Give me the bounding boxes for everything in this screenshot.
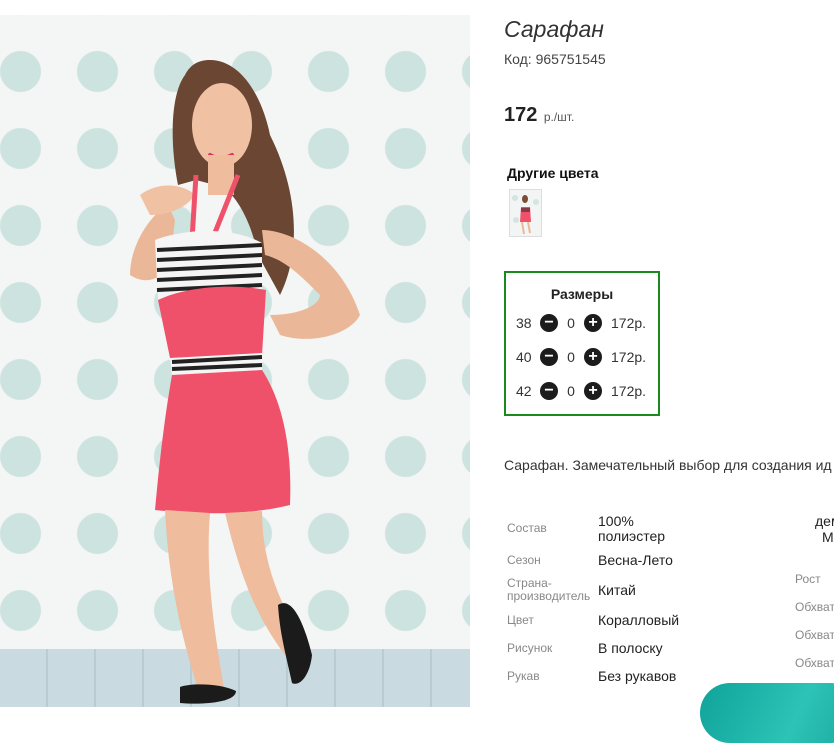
spec-value: Весна-Лето — [598, 552, 673, 568]
spec-value: 100% полиэстер — [598, 513, 666, 544]
product-code: Код: 965751545 — [504, 51, 606, 67]
spec-label: Состав — [507, 521, 547, 535]
spec-label: Сезон — [507, 553, 541, 567]
size-row: 38 − 0 + 172р. — [516, 313, 646, 333]
size-row: 42 − 0 + 172р. — [516, 381, 646, 401]
quantity-value: 0 — [567, 349, 575, 365]
spec-side-label: Обхват — [795, 600, 834, 614]
spec-label: Рисунок — [507, 641, 553, 655]
product-photo[interactable] — [0, 15, 470, 707]
spec-value: Без рукавов — [598, 668, 677, 684]
model-figure — [130, 60, 360, 704]
other-colors-heading: Другие цвета — [507, 165, 599, 181]
size-row: 40 − 0 + 172р. — [516, 347, 646, 367]
size-label: 40 — [516, 349, 532, 365]
minus-button[interactable]: − — [540, 314, 558, 332]
spec-side-label: Обхват — [795, 628, 834, 642]
spec-value: Коралловый — [598, 612, 680, 628]
size-price: 172р. — [611, 315, 647, 331]
sizes-heading: Размеры — [550, 286, 614, 302]
minus-button[interactable]: − — [540, 382, 558, 400]
price-unit: р./шт. — [543, 110, 575, 124]
product-price: 172 р./шт. — [504, 104, 574, 127]
spec-side-label: Обхват — [795, 656, 834, 670]
spec-label: Цвет — [507, 613, 534, 627]
price-amount: 172 — [504, 104, 538, 126]
size-label: 42 — [516, 383, 532, 399]
plus-button[interactable]: + — [584, 382, 602, 400]
spec-value: Китай — [598, 582, 636, 598]
variant-photo — [512, 195, 539, 235]
spec-side-value: М — [822, 529, 834, 545]
size-price: 172р. — [611, 349, 647, 365]
spec-label: Страна-производитель — [507, 576, 591, 603]
spec-label: Рукав — [507, 669, 540, 683]
product-description: Сарафан. Замечательный выбор для создани… — [504, 457, 832, 473]
product-title: Сарафан — [504, 16, 604, 42]
plus-button[interactable]: + — [584, 348, 602, 366]
spec-side-value: дем — [815, 513, 834, 529]
quantity-value: 0 — [567, 315, 575, 331]
spec-value: В полоску — [598, 640, 663, 656]
quantity-value: 0 — [567, 383, 575, 399]
size-label: 38 — [516, 315, 532, 331]
color-variant-thumbnail[interactable] — [509, 189, 542, 237]
minus-button[interactable]: − — [540, 348, 558, 366]
sizes-panel: Размеры 38 − 0 + 172р. 40 − 0 + 172р. 42… — [504, 271, 660, 416]
spec-side-label: Рост — [795, 572, 821, 586]
chat-widget-button[interactable] — [700, 683, 834, 743]
plus-button[interactable]: + — [584, 314, 602, 332]
size-price: 172р. — [611, 383, 647, 399]
